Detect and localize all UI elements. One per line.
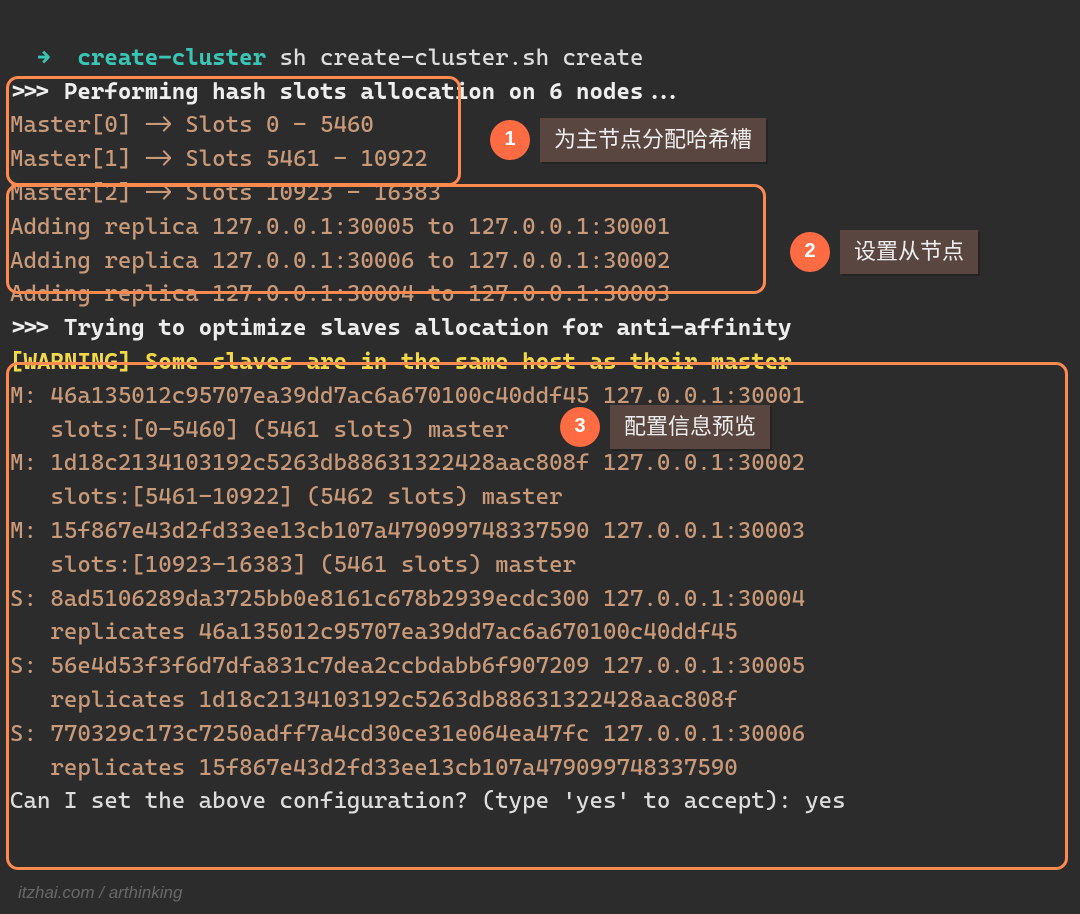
node-info-line: slots:[10923-16383] (5461 slots) master [10, 549, 1070, 583]
master-slot-line: Master[1] -> Slots 5461 - 10922 [10, 143, 1070, 177]
node-info-line: S: 56e4d53f3f6d7dfa831c7dea2ccbdabb6f907… [10, 650, 1070, 684]
watermark: itzhai.com / arthinking [18, 881, 182, 906]
replica-line: Adding replica 127.0.0.1:30005 to 127.0.… [10, 211, 1070, 245]
node-info-line: slots:[5461-10922] (5462 slots) master [10, 481, 1070, 515]
node-info-line: replicates 46a135012c95707ea39dd7ac6a670… [10, 616, 1070, 650]
warning-bracket: [WARNING] [10, 349, 131, 375]
prompt-dir: create-cluster [77, 45, 266, 71]
node-info-line: M: 1d18c2134103192c5263db88631322428aac8… [10, 447, 1070, 481]
node-info-line: replicates 1d18c2134103192c5263db8863132… [10, 684, 1070, 718]
node-info-line: M: 46a135012c95707ea39dd7ac6a670100c40dd… [10, 380, 1070, 414]
confirm-line: Can I set the above configuration? (type… [10, 785, 1070, 819]
warning-line: [WARNING] Some slaves are in the same ho… [10, 346, 1070, 380]
warning-text: Some slaves are in the same host as thei… [131, 349, 791, 375]
master-slot-line: Master[2] -> Slots 10923 - 16383 [10, 177, 1070, 211]
node-info-line: slots:[0-5460] (5461 slots) master [10, 414, 1070, 448]
confirm-question: Can I set the above configuration? (type… [10, 788, 805, 814]
replica-line: Adding replica 127.0.0.1:30006 to 127.0.… [10, 245, 1070, 279]
node-info-line: S: 770329c173c7250adff7a4cd30ce31e064ea4… [10, 718, 1070, 752]
optimize-line: >>> Trying to optimize slaves allocation… [10, 312, 1070, 346]
master-slot-line: Master[0] -> Slots 0 - 5460 [10, 109, 1070, 143]
prompt-arrow-icon: → [37, 45, 50, 71]
node-info-line: S: 8ad5106289da3725bb0e8161c678b2939ecdc… [10, 583, 1070, 617]
node-info-line: replicates 15f867e43d2fd33ee13cb107a4790… [10, 752, 1070, 786]
replica-line: Adding replica 127.0.0.1:30004 to 127.0.… [10, 278, 1070, 312]
confirm-answer[interactable]: yes [805, 788, 845, 814]
node-info-line: M: 15f867e43d2fd33ee13cb107a479099748337… [10, 515, 1070, 549]
perform-line: >>> Performing hash slots allocation on … [10, 76, 1070, 110]
prompt-command: sh create-cluster.sh create [280, 45, 644, 71]
prompt-line: → create-cluster sh create-cluster.sh cr… [10, 8, 1070, 76]
